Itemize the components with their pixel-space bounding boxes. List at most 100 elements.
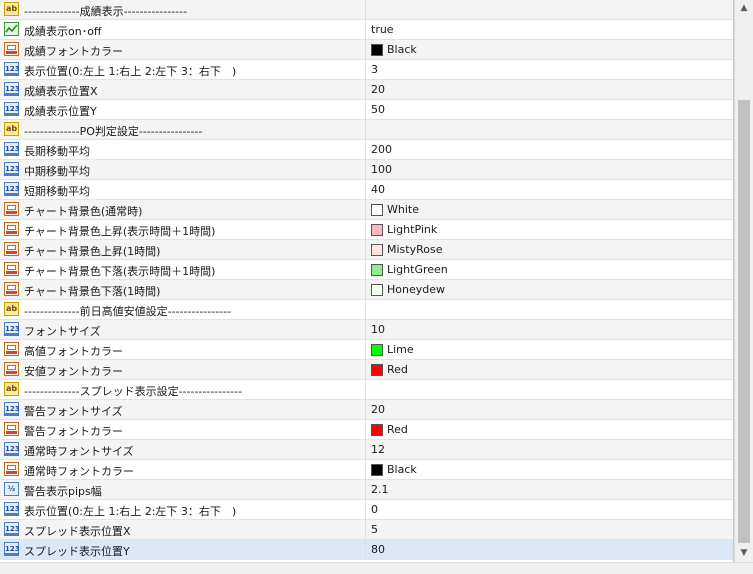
property-row[interactable]: 成績表示on･off true [0,20,733,40]
property-row[interactable]: 123 フォントサイズ 10 [0,320,733,340]
color-swatch[interactable] [371,364,383,376]
property-value[interactable]: 5 [371,523,378,536]
color-swatch[interactable] [371,264,383,276]
property-value[interactable]: 200 [371,143,392,156]
section-header-row[interactable]: ab --------------スプレッド表示設定---------------… [0,380,733,400]
property-value-cell[interactable]: Lime [367,340,733,359]
property-value[interactable]: LightPink [387,223,437,236]
property-value[interactable]: Black [387,43,417,56]
property-value-cell[interactable]: 100 [367,160,733,179]
section-header-row[interactable]: ab --------------成績表示---------------- [0,0,733,20]
property-value-cell[interactable]: Red [367,420,733,439]
property-value[interactable]: 0 [371,503,378,516]
property-row[interactable]: チャート背景色(通常時) White [0,200,733,220]
property-value-cell[interactable]: 10 [367,320,733,339]
section-header-row[interactable]: ab --------------前日高値安値設定---------------- [0,300,733,320]
color-swatch[interactable] [371,44,383,56]
property-value-cell[interactable]: true [367,20,733,39]
property-row[interactable]: 123 長期移動平均 200 [0,140,733,160]
color-swatch[interactable] [371,244,383,256]
property-value[interactable]: 12 [371,443,385,456]
color-swatch[interactable] [371,204,383,216]
property-value[interactable]: LightGreen [387,263,448,276]
integer-type-icon: 123 [4,402,20,416]
color-swatch[interactable] [371,224,383,236]
property-row[interactable]: 安値フォントカラー Red [0,360,733,380]
property-value-cell[interactable]: 3 [367,60,733,79]
color-type-icon [4,282,19,296]
property-row[interactable]: 123 スプレッド表示位置X 5 [0,520,733,540]
property-value-cell[interactable]: 50 [367,100,733,119]
color-swatch[interactable] [371,284,383,296]
property-name-cell: チャート背景色上昇(1時間) [0,240,366,259]
color-swatch[interactable] [371,424,383,436]
section-header-row[interactable]: ab --------------PO判定設定---------------- [0,120,733,140]
property-value[interactable]: 100 [371,163,392,176]
property-value-cell[interactable]: LightGreen [367,260,733,279]
color-swatch[interactable] [371,344,383,356]
property-row[interactable]: 成績フォントカラー Black [0,40,733,60]
property-value-cell[interactable]: 20 [367,80,733,99]
property-row[interactable]: 123 表示位置(0:左上 1:右上 2:左下 3：右下 ) 0 [0,500,733,520]
scroll-up-arrow-icon[interactable]: ▲ [735,0,753,17]
property-value-cell[interactable]: 20 [367,400,733,419]
property-value-cell[interactable]: 40 [367,180,733,199]
property-value[interactable]: White [387,203,419,216]
property-row[interactable]: 通常時フォントカラー Black [0,460,733,480]
property-row[interactable]: 高値フォントカラー Lime [0,340,733,360]
property-value[interactable]: 40 [371,183,385,196]
property-row[interactable]: チャート背景色下落(表示時間＋1時間) LightGreen [0,260,733,280]
property-row[interactable]: 123 警告フォントサイズ 20 [0,400,733,420]
text-type-icon: ab [4,2,19,16]
property-value[interactable]: Red [387,363,408,376]
scroll-thumb[interactable] [738,100,750,543]
property-value-cell[interactable] [367,120,733,139]
property-value[interactable]: 20 [371,83,385,96]
property-value-cell[interactable]: Honeydew [367,280,733,299]
property-value-cell[interactable]: White [367,200,733,219]
property-row[interactable]: 123 成績表示位置Y 50 [0,100,733,120]
property-value[interactable]: 20 [371,403,385,416]
property-value[interactable]: true [371,23,394,36]
property-value[interactable]: Lime [387,343,414,356]
property-value[interactable]: 3 [371,63,378,76]
vertical-scrollbar[interactable]: ▲ ▼ [734,0,753,562]
property-value[interactable]: 10 [371,323,385,336]
property-value-cell[interactable] [367,380,733,399]
scroll-down-arrow-icon[interactable]: ▼ [735,545,753,562]
property-value[interactable]: Honeydew [387,283,445,296]
integer-type-icon: 123 [4,522,20,536]
property-row[interactable]: 123 成績表示位置X 20 [0,80,733,100]
property-row[interactable]: チャート背景色上昇(1時間) MistyRose [0,240,733,260]
property-row[interactable]: 123 表示位置(0:左上 1:右上 2:左下 3：右下 ) 3 [0,60,733,80]
color-swatch[interactable] [371,464,383,476]
property-row[interactable]: 警告フォントカラー Red [0,420,733,440]
property-value-cell[interactable]: 0 [367,500,733,519]
property-value-cell[interactable]: Red [367,360,733,379]
property-value-cell[interactable]: 80 [367,540,733,559]
property-row[interactable]: 123 短期移動平均 40 [0,180,733,200]
property-row[interactable]: 123 通常時フォントサイズ 12 [0,440,733,460]
property-value-cell[interactable]: 200 [367,140,733,159]
property-value[interactable]: Black [387,463,417,476]
property-row[interactable]: ½ 警告表示pips幅 2.1 [0,480,733,500]
property-value[interactable]: Red [387,423,408,436]
property-value[interactable]: MistyRose [387,243,442,256]
property-value-cell[interactable]: 5 [367,520,733,539]
property-value-cell[interactable]: 2.1 [367,480,733,499]
property-value-cell[interactable]: Black [367,460,733,479]
property-value-cell[interactable] [367,0,733,19]
property-value[interactable]: 80 [371,543,385,556]
property-value-cell[interactable]: Black [367,40,733,59]
property-value-cell[interactable]: LightPink [367,220,733,239]
property-row[interactable]: チャート背景色上昇(表示時間＋1時間) LightPink [0,220,733,240]
property-row[interactable]: 123 スプレッド表示位置Y 80 [0,540,733,560]
property-value-cell[interactable]: 12 [367,440,733,459]
property-name-cell: 123 表示位置(0:左上 1:右上 2:左下 3：右下 ) [0,500,366,519]
property-value-cell[interactable] [367,300,733,319]
property-value-cell[interactable]: MistyRose [367,240,733,259]
property-value[interactable]: 2.1 [371,483,389,496]
property-value[interactable]: 50 [371,103,385,116]
property-row[interactable]: チャート背景色下落(1時間) Honeydew [0,280,733,300]
property-row[interactable]: 123 中期移動平均 100 [0,160,733,180]
